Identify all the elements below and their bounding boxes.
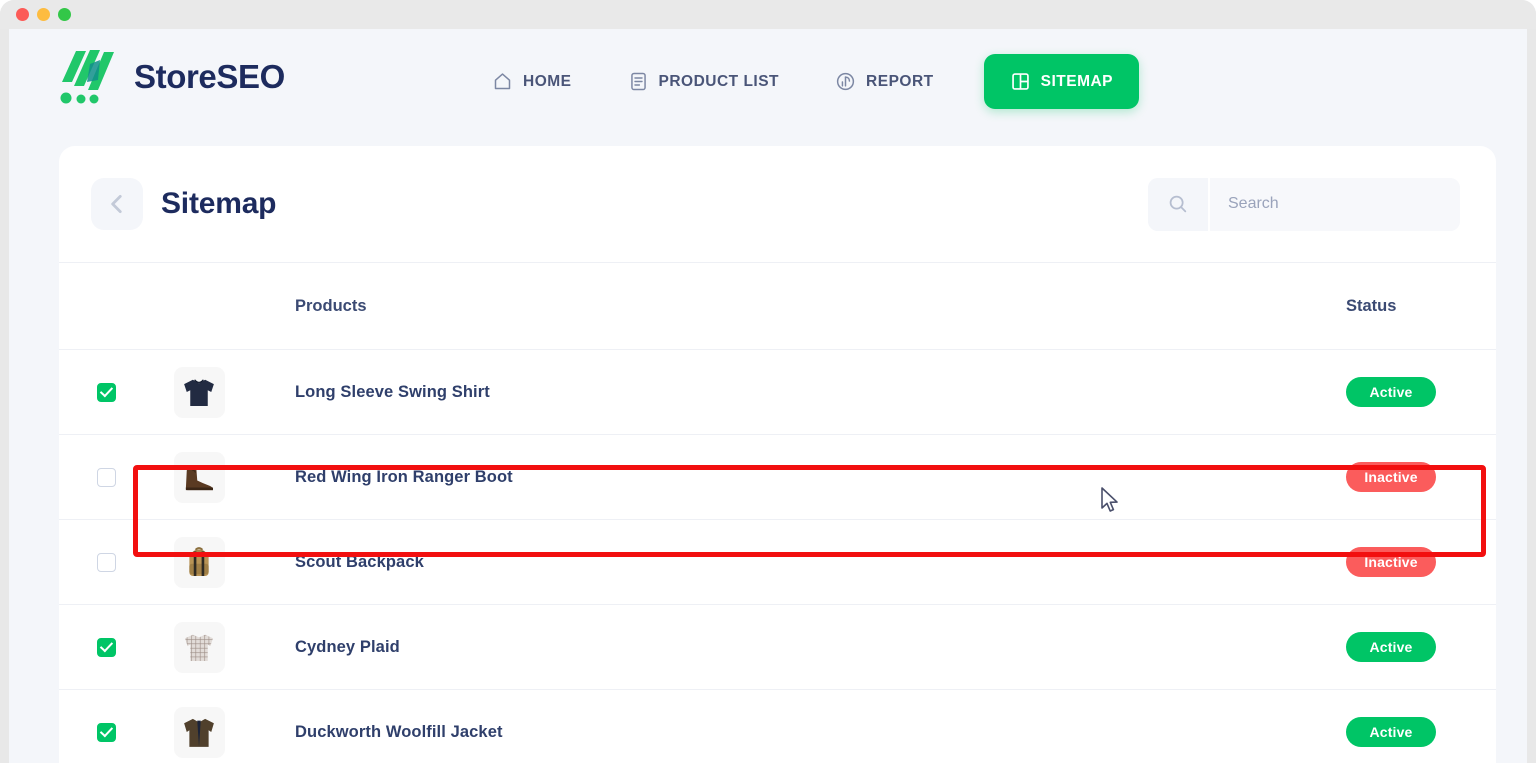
page-viewport: StoreSEO HOME PRODUCT LIST REPORT SITEMA… <box>9 29 1527 763</box>
row-thumbnail-cell <box>153 621 245 673</box>
row-checkbox-cell <box>59 552 153 572</box>
nav-item-report[interactable]: REPORT <box>807 71 962 92</box>
table-header-row: Products Status <box>59 262 1496 349</box>
row-thumbnail-cell <box>153 366 245 418</box>
app-window: StoreSEO HOME PRODUCT LIST REPORT SITEMA… <box>0 0 1536 763</box>
chevron-left-icon <box>111 195 122 213</box>
search-icon <box>1148 177 1210 231</box>
card-header-left: Sitemap <box>91 178 277 230</box>
document-icon <box>628 71 649 92</box>
product-name: Cydney Plaid <box>295 637 400 656</box>
row-checkbox[interactable] <box>96 467 116 487</box>
row-checkbox[interactable] <box>96 637 116 657</box>
navy-long-sleeve-shirt-thumbnail <box>173 366 225 418</box>
nav-item-home[interactable]: HOME <box>464 71 600 92</box>
window-titlebar <box>0 0 1536 29</box>
tan-backpack-thumbnail <box>173 536 225 588</box>
products-table: Products Status Long Sleeve Swing Shirt … <box>59 262 1496 763</box>
row-thumbnail-cell <box>153 451 245 503</box>
nav-links: HOME PRODUCT LIST REPORT SITEMAP <box>464 29 1140 134</box>
row-thumbnail-cell <box>153 536 245 588</box>
card-header: Sitemap <box>59 146 1496 262</box>
home-icon <box>492 71 513 92</box>
search-input[interactable] <box>1210 177 1460 231</box>
brand-logo[interactable]: StoreSEO <box>54 46 285 108</box>
nav-item-product-list-label: PRODUCT LIST <box>658 72 780 90</box>
product-name: Long Sleeve Swing Shirt <box>295 382 490 401</box>
minimize-button[interactable] <box>37 8 50 21</box>
row-checkbox[interactable] <box>96 552 116 572</box>
nav-item-sitemap-label: SITEMAP <box>1040 72 1114 90</box>
nav-item-product-list[interactable]: PRODUCT LIST <box>600 71 808 92</box>
status-badge[interactable]: Active <box>1346 632 1436 662</box>
status-badge[interactable]: Inactive <box>1346 547 1436 577</box>
row-checkbox[interactable] <box>96 382 116 402</box>
column-header-products: Products <box>295 296 367 315</box>
search-box <box>1148 177 1460 231</box>
report-icon <box>835 71 856 92</box>
maximize-button[interactable] <box>58 8 71 21</box>
brand-name: StoreSEO <box>134 58 285 95</box>
sitemap-card: Sitemap Search Products Status Long Slee… <box>59 146 1496 763</box>
table-row[interactable]: Red Wing Iron Ranger Boot Inactive <box>59 434 1496 519</box>
top-navigation: StoreSEO HOME PRODUCT LIST REPORT SITEMA… <box>9 29 1527 134</box>
row-checkbox-cell <box>59 467 153 487</box>
row-checkbox[interactable] <box>96 722 116 742</box>
storeseo-logo-icon <box>60 50 114 104</box>
sitemap-icon <box>1010 71 1031 92</box>
row-checkbox-cell <box>59 722 153 742</box>
table-row[interactable]: Scout Backpack Inactive <box>59 519 1496 604</box>
brown-wool-jacket-thumbnail <box>173 706 225 758</box>
row-checkbox-cell <box>59 637 153 657</box>
row-thumbnail-cell <box>153 706 245 758</box>
page-title: Sitemap <box>161 187 277 220</box>
table-row[interactable]: Duckworth Woolfill Jacket Active <box>59 689 1496 763</box>
status-badge[interactable]: Active <box>1346 377 1436 407</box>
table-row[interactable]: Long Sleeve Swing Shirt Active <box>59 349 1496 434</box>
close-button[interactable] <box>16 8 29 21</box>
back-button[interactable] <box>91 178 143 230</box>
column-header-status: Status <box>1346 296 1397 315</box>
brown-leather-boot-thumbnail <box>173 451 225 503</box>
nav-item-sitemap[interactable]: SITEMAP <box>983 54 1140 109</box>
nav-item-report-label: REPORT <box>866 72 934 90</box>
status-badge[interactable]: Active <box>1346 717 1436 747</box>
table-row[interactable]: Cydney Plaid Active <box>59 604 1496 689</box>
row-checkbox-cell <box>59 382 153 402</box>
product-name: Duckworth Woolfill Jacket <box>295 722 503 741</box>
status-badge[interactable]: Inactive <box>1346 462 1436 492</box>
product-name: Red Wing Iron Ranger Boot <box>295 467 513 486</box>
plaid-shirt-thumbnail <box>173 621 225 673</box>
nav-item-home-label: HOME <box>523 72 572 90</box>
product-name: Scout Backpack <box>295 552 424 571</box>
